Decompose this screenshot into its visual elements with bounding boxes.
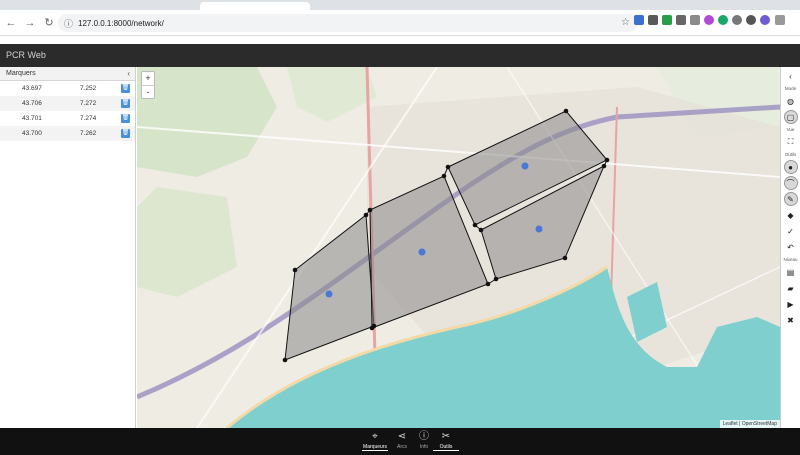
check-icon[interactable]: ✓ bbox=[784, 224, 798, 238]
site-info-icon[interactable]: ⓘ bbox=[64, 17, 73, 30]
outils-label: Outils bbox=[784, 152, 797, 157]
delete-icon[interactable]: 🗑 bbox=[121, 129, 130, 138]
delete-icon[interactable]: 🗑 bbox=[121, 84, 130, 93]
vue-label: Vue bbox=[786, 127, 795, 132]
nav-label: Marqueurs bbox=[362, 444, 388, 451]
extension-icon[interactable] bbox=[634, 15, 644, 25]
play-icon[interactable]: ▶ bbox=[784, 297, 798, 311]
reload-icon[interactable]: ↻ bbox=[41, 15, 57, 31]
arc-tool-icon[interactable]: ⌒ bbox=[783, 176, 798, 190]
app-header: PCR Web bbox=[0, 44, 800, 67]
longitude-value: 7.274 bbox=[80, 115, 97, 122]
table-row: 43.701 7.274 🗑 bbox=[0, 111, 135, 126]
delete-icon[interactable]: 🗑 bbox=[121, 114, 130, 123]
extension-icon[interactable] bbox=[732, 15, 742, 25]
collapse-chevron-icon[interactable]: ‹ bbox=[784, 69, 798, 83]
tools-icon: ✂ bbox=[441, 431, 451, 442]
sidebar-header: Marquers ‹ bbox=[0, 67, 135, 81]
nav-label: Outils bbox=[433, 444, 459, 451]
latitude-value: 43.706 bbox=[22, 100, 42, 107]
pencil-icon[interactable]: ✎ bbox=[783, 192, 798, 206]
sidebar-title: Marquers bbox=[6, 70, 36, 77]
table-row: 43.706 7.272 🗑 bbox=[0, 96, 135, 111]
longitude-value: 7.272 bbox=[80, 100, 97, 107]
back-icon[interactable]: ← bbox=[3, 15, 19, 31]
map-canvas[interactable]: + - Leaflet | OpenStreetMap bbox=[137, 67, 780, 428]
globe-icon[interactable]: ◍ bbox=[784, 94, 798, 108]
delete-icon[interactable]: 🗑 bbox=[121, 99, 130, 108]
browser-gap bbox=[0, 36, 800, 44]
marker-icon: ⌖ bbox=[372, 431, 378, 442]
trash-icon[interactable]: ✖ bbox=[784, 313, 798, 327]
zoom-in-button[interactable]: + bbox=[142, 72, 154, 85]
extension-icon[interactable] bbox=[676, 15, 686, 25]
forward-icon[interactable]: → bbox=[22, 15, 38, 31]
folder-icon[interactable]: ▰ bbox=[784, 281, 798, 295]
browser-tab[interactable] bbox=[200, 2, 310, 10]
extension-icon[interactable] bbox=[690, 15, 700, 25]
zoom-control: + - bbox=[141, 71, 155, 99]
latitude-value: 43.697 bbox=[22, 85, 42, 92]
extension-icon[interactable] bbox=[704, 15, 714, 25]
markers-sidebar: Marquers ‹ 43.697 7.252 🗑 43.706 7.272 🗑… bbox=[0, 67, 136, 428]
collapse-chevron-icon[interactable]: ‹ bbox=[127, 67, 130, 81]
map-attribution[interactable]: Leaflet | OpenStreetMap bbox=[719, 420, 780, 428]
nav-marqueurs[interactable]: ⌖ Marqueurs bbox=[362, 430, 388, 454]
extension-icon[interactable] bbox=[662, 15, 672, 25]
extension-icon[interactable] bbox=[760, 15, 770, 25]
menu-icon[interactable] bbox=[775, 15, 785, 25]
map-svg[interactable] bbox=[137, 67, 780, 428]
tool-rail: ‹ Mode ◍ ▢ Vue ⛶ Outils ● ⌒ ✎ ◆ ✓ ↶ Nive… bbox=[780, 67, 800, 428]
save-icon[interactable]: ▤ bbox=[784, 265, 798, 279]
longitude-value: 7.252 bbox=[80, 85, 97, 92]
eraser-icon[interactable]: ◆ bbox=[784, 208, 798, 222]
mode-label: Mode bbox=[784, 86, 797, 91]
address-url: 127.0.0.1:8000/network/ bbox=[78, 18, 164, 28]
zoom-out-button[interactable]: - bbox=[142, 85, 154, 98]
longitude-value: 7.262 bbox=[80, 130, 97, 137]
browser-toolbar: ← → ↻ ⌂ ⓘ 127.0.0.1:8000/network/ ☆ bbox=[0, 10, 800, 36]
address-bar[interactable]: ⓘ 127.0.0.1:8000/network/ ☆ bbox=[58, 14, 638, 32]
extension-icon[interactable] bbox=[718, 15, 728, 25]
nav-outils[interactable]: ✂ Outils bbox=[433, 430, 459, 454]
latitude-value: 43.701 bbox=[22, 115, 42, 122]
fit-view-icon[interactable]: ⛶ bbox=[784, 135, 798, 149]
bottom-nav: ⌖ Marqueurs ⋖ Arcs ⓘ Info ✂ Outils bbox=[0, 428, 800, 455]
extension-icon[interactable] bbox=[648, 15, 658, 25]
table-row: 43.697 7.252 🗑 bbox=[0, 81, 135, 96]
latitude-value: 43.700 bbox=[22, 130, 42, 137]
undo-icon[interactable]: ↶ bbox=[784, 240, 798, 254]
bookmark-star-icon[interactable]: ☆ bbox=[621, 17, 630, 28]
select-area-icon[interactable]: ▢ bbox=[783, 110, 798, 124]
extension-icon[interactable] bbox=[746, 15, 756, 25]
table-row: 43.700 7.262 🗑 bbox=[0, 126, 135, 141]
browser-tabstrip bbox=[0, 0, 800, 10]
niveau-label: Niveau bbox=[783, 257, 798, 262]
marker-tool-icon[interactable]: ● bbox=[783, 160, 798, 174]
app-title: PCR Web bbox=[6, 50, 46, 60]
